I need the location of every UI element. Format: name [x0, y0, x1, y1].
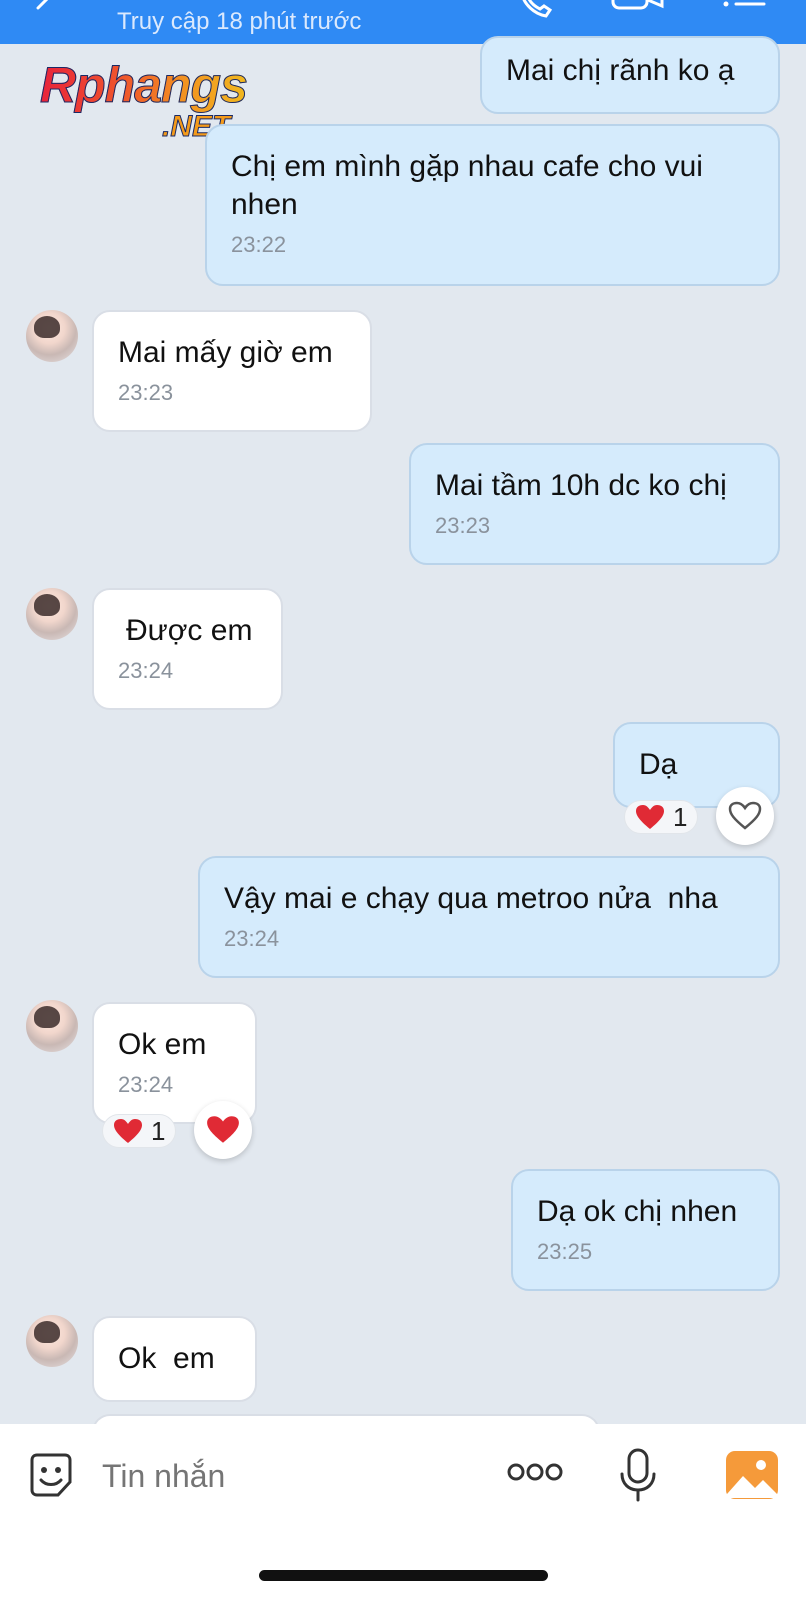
message-time: 23:24 — [224, 926, 280, 951]
contact-avatar[interactable] — [26, 1315, 78, 1367]
reaction-count: 1 — [151, 1115, 166, 1146]
message-text: Chị em mình gặp nhau cafe cho vui nhen — [231, 150, 703, 221]
image-icon[interactable] — [725, 1450, 779, 1500]
message-text: Ok em — [118, 1342, 215, 1375]
heart-icon — [207, 1116, 239, 1143]
message-text: Ok em — [118, 1028, 207, 1061]
message-received[interactable]: Ok em — [92, 1316, 257, 1402]
contact-avatar[interactable] — [26, 1000, 78, 1052]
reaction-count: 1 — [673, 801, 688, 832]
message-time: 23:23 — [435, 513, 491, 538]
message-text: Mai mấy giờ em — [118, 336, 333, 369]
message-text: Mai chị rãnh ko ạ — [506, 54, 735, 87]
message-time: 23:24 — [118, 1072, 174, 1097]
contact-avatar[interactable] — [26, 588, 78, 640]
sticker-icon[interactable] — [26, 1450, 76, 1500]
message-sent[interactable]: Vậy mai e chạy qua metroo nửa nha 23:24 — [198, 856, 780, 978]
message-time: 23:23 — [118, 380, 174, 405]
back-arrow-icon[interactable] — [30, 0, 56, 20]
message-text: Mai tầm 10h dc ko chị — [435, 469, 727, 502]
microphone-icon[interactable] — [618, 1448, 658, 1504]
react-button[interactable] — [194, 1101, 252, 1159]
message-text: Được em — [126, 614, 253, 647]
message-received[interactable]: Mai mấy giờ em 23:23 — [92, 310, 372, 432]
contact-avatar[interactable] — [26, 310, 78, 362]
heart-icon — [636, 805, 664, 829]
message-text: Dạ — [639, 748, 678, 781]
message-sent[interactable]: Dạ ok chị nhen 23:25 — [511, 1169, 780, 1291]
message-time: 23:22 — [231, 232, 287, 257]
message-sent[interactable]: Mai tầm 10h dc ko chị 23:23 — [409, 443, 780, 565]
message-text: Vậy mai e chạy qua metroo nửa nha — [224, 882, 718, 915]
menu-icon[interactable] — [722, 0, 768, 20]
more-icon[interactable] — [506, 1460, 564, 1484]
reaction-summary[interactable]: 1 — [102, 1114, 177, 1148]
message-input[interactable] — [102, 1458, 462, 1495]
message-time: 23:24 — [118, 658, 174, 683]
react-button[interactable] — [716, 787, 774, 845]
message-sent[interactable]: Mai chị rãnh ko ạ — [480, 36, 780, 114]
watermark-main: Rphangs — [40, 57, 249, 114]
video-call-icon[interactable] — [610, 0, 666, 20]
reaction-summary[interactable]: 1 — [624, 800, 699, 834]
phone-icon[interactable] — [516, 0, 556, 20]
heart-outline-icon — [728, 801, 762, 830]
message-time: 23:25 — [537, 1239, 593, 1264]
heart-icon — [114, 1119, 142, 1143]
message-text: Dạ ok chị nhen — [537, 1195, 738, 1228]
message-sent[interactable]: Chị em mình gặp nhau cafe cho vui nhen 2… — [205, 124, 780, 286]
last-seen-status: Truy cập 18 phút trước — [117, 8, 362, 35]
home-indicator[interactable] — [259, 1570, 548, 1581]
message-received[interactable]: Được em 23:24 — [92, 588, 283, 710]
